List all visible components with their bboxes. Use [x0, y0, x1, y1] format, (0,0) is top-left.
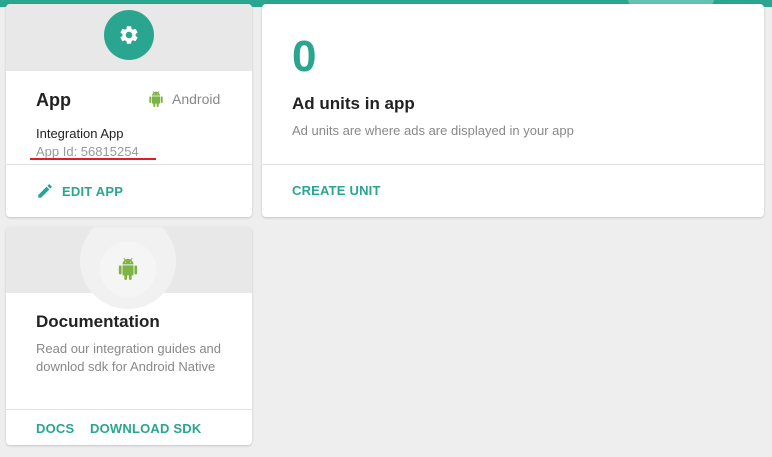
platform-name: Android	[172, 91, 221, 107]
card-divider	[6, 164, 252, 165]
card-divider	[6, 409, 252, 410]
android-icon	[118, 258, 138, 280]
app-card: App Android Integration App App Id: 5681…	[6, 4, 252, 217]
card-divider	[262, 164, 764, 165]
documentation-title: Documentation	[36, 312, 160, 331]
download-sdk-link[interactable]: DOWNLOAD SDK	[90, 421, 201, 436]
gear-icon	[120, 26, 138, 44]
documentation-description: Read our integration guides and downlod …	[36, 341, 222, 374]
doc-icon-badge	[100, 241, 156, 297]
ad-units-description: Ad units are where ads are displayed in …	[292, 123, 574, 138]
app-settings-badge	[104, 10, 154, 60]
ad-units-count: 0	[292, 32, 317, 81]
android-icon	[149, 91, 163, 107]
create-unit-button[interactable]: CREATE UNIT	[292, 183, 381, 198]
app-id: App Id: 56815254	[36, 144, 139, 159]
docs-link[interactable]: DOCS	[36, 421, 74, 436]
app-name: Integration App	[36, 126, 124, 141]
ad-units-card: 0 Ad units in app Ad units are where ads…	[262, 4, 764, 217]
pencil-icon	[38, 184, 52, 198]
documentation-card: Documentation Read our integration guide…	[6, 227, 252, 445]
edit-app-button[interactable]: EDIT APP	[36, 182, 123, 200]
app-title: App	[36, 90, 71, 110]
ad-units-title: Ad units in app	[292, 94, 415, 113]
platform-label: Android	[148, 90, 220, 108]
edit-app-label: EDIT APP	[62, 183, 124, 199]
app-id-underline	[30, 158, 156, 160]
